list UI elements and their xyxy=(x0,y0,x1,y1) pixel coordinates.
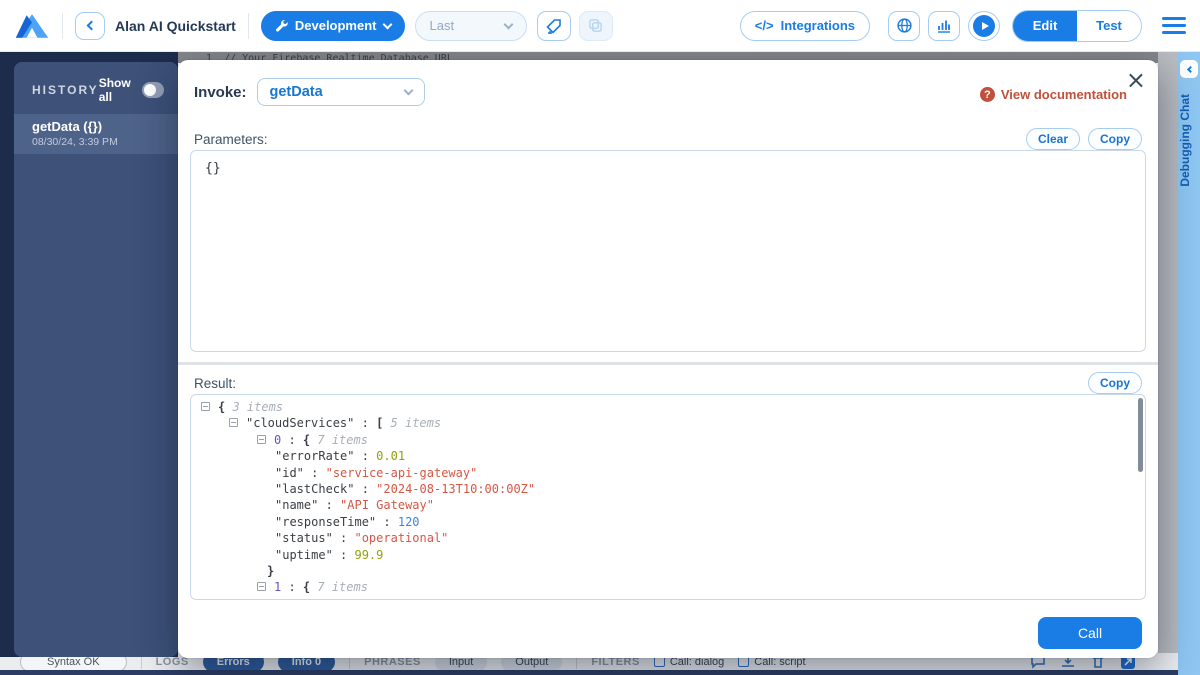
close-icon[interactable]: × xyxy=(1126,68,1146,92)
project-title: Alan AI Quickstart xyxy=(115,18,236,34)
invoke-row: Invoke: getData xyxy=(194,78,425,106)
scrollbar-thumb[interactable] xyxy=(1138,398,1143,472)
json-tree-line: { 3 items xyxy=(191,399,1145,415)
call-button[interactable]: Call xyxy=(1038,617,1142,649)
json-tree-line: "id" : "service-api-gateway" xyxy=(191,465,1145,481)
parameters-editor[interactable]: {} xyxy=(190,150,1146,352)
wrench-icon xyxy=(275,19,288,32)
code-icon: </> xyxy=(755,18,774,33)
mode-switch: Edit Test xyxy=(1012,10,1142,42)
json-tree-line: "errorRate" : 0.01 xyxy=(191,448,1145,464)
result-copy-button[interactable]: Copy xyxy=(1088,372,1142,394)
show-all-label: Show all xyxy=(99,76,134,104)
debugging-chat-strip: Debugging Chat xyxy=(1178,52,1200,675)
invoke-select[interactable]: getData xyxy=(257,78,425,106)
back-button[interactable] xyxy=(75,12,105,40)
locale-button[interactable] xyxy=(888,11,920,41)
copy-icon xyxy=(588,18,603,33)
json-tree-line: 0 : { 7 items xyxy=(191,432,1145,448)
history-list: getData ({}) 08/30/24, 3:39 PM xyxy=(14,114,178,154)
result-label: Result: xyxy=(194,376,1080,391)
divider xyxy=(248,13,249,39)
bar-chart-icon xyxy=(936,18,952,34)
tag-icon xyxy=(546,18,562,34)
history-panel: HISTORY Show all getData ({}) 08/30/24, 3… xyxy=(14,62,178,657)
section-divider xyxy=(178,362,1158,365)
chevron-down-icon xyxy=(403,86,413,96)
history-item[interactable]: getData ({}) 08/30/24, 3:39 PM xyxy=(14,114,178,154)
chevron-left-icon xyxy=(1186,65,1193,72)
menu-button[interactable] xyxy=(1162,17,1186,34)
divider xyxy=(62,13,63,39)
parameters-row: Parameters: Clear Copy xyxy=(194,128,1142,150)
play-icon xyxy=(973,15,995,37)
integrations-label: Integrations xyxy=(781,18,855,33)
top-bar: Alan AI Quickstart Development Last </> … xyxy=(0,0,1200,52)
environment-dropdown[interactable]: Development xyxy=(261,11,405,41)
toggle-knob xyxy=(144,84,156,96)
open-debug-chat-button[interactable] xyxy=(1180,60,1198,78)
history-item-timestamp: 08/30/24, 3:39 PM xyxy=(32,136,160,148)
collapse-icon[interactable] xyxy=(257,435,266,444)
invoke-label: Invoke: xyxy=(194,84,247,101)
collapse-icon[interactable] xyxy=(201,402,210,411)
analytics-button[interactable] xyxy=(928,11,960,41)
app-root: 1 // Your Firebase Realtime Database URL… xyxy=(0,0,1200,675)
json-tree-line: "uptime" : 99.9 xyxy=(191,547,1145,563)
chevron-left-icon xyxy=(86,21,96,31)
parameters-copy-button[interactable]: Copy xyxy=(1088,128,1142,150)
collapse-icon[interactable] xyxy=(229,418,238,427)
chevron-down-icon xyxy=(503,19,513,29)
alan-logo-icon[interactable] xyxy=(14,12,50,40)
tab-test[interactable]: Test xyxy=(1077,11,1141,41)
hamburger-icon xyxy=(1162,17,1186,20)
collapse-icon[interactable] xyxy=(257,582,266,591)
clear-button[interactable]: Clear xyxy=(1026,128,1080,150)
invoke-value: getData xyxy=(270,84,323,100)
json-tree-line: } xyxy=(191,563,1145,579)
json-tree-line: "status" : "operational" xyxy=(191,530,1145,546)
json-tree-line: "responseTime" : 120 xyxy=(191,514,1145,530)
result-viewer[interactable]: { 3 items"cloudServices" : [ 5 items0 : … xyxy=(190,394,1146,600)
json-tree-line: "cloudServices" : [ 5 items xyxy=(191,415,1145,431)
json-tree-line: 1 : { 7 items xyxy=(191,579,1145,595)
add-tag-button[interactable] xyxy=(537,11,571,41)
result-tree: { 3 items"cloudServices" : [ 5 items0 : … xyxy=(191,399,1145,600)
version-label: Last xyxy=(430,18,455,33)
help-icon: ? xyxy=(980,87,995,102)
duplicate-button[interactable] xyxy=(579,11,613,41)
json-tree-line: "name" : "API Gateway" xyxy=(191,497,1145,513)
bottom-dark-strip xyxy=(0,670,1178,675)
json-tree-line: "lastCheck" : "2024-08-13T10:00:00Z" xyxy=(191,481,1145,497)
globe-icon xyxy=(896,17,913,34)
history-title: HISTORY xyxy=(32,83,99,97)
version-dropdown[interactable]: Last xyxy=(415,11,527,41)
history-sidebar: HISTORY Show all getData ({}) 08/30/24, 3… xyxy=(0,52,178,657)
debugging-chat-label: Debugging Chat xyxy=(1178,94,1200,187)
view-documentation-link[interactable]: ? View documentation xyxy=(980,87,1127,102)
tab-edit[interactable]: Edit xyxy=(1013,11,1077,41)
dimmed-backdrop xyxy=(1158,52,1178,675)
invoke-modal: × Invoke: getData ? View documentation P… xyxy=(178,60,1158,658)
environment-label: Development xyxy=(295,18,377,33)
json-tree-line: "errorRate" : 0.02 xyxy=(191,596,1145,600)
integrations-button[interactable]: </> Integrations xyxy=(740,11,870,41)
result-row: Result: Copy xyxy=(194,372,1142,394)
history-item-label: getData ({}) xyxy=(32,119,160,134)
parameters-label: Parameters: xyxy=(194,132,1018,147)
history-header: HISTORY Show all xyxy=(14,62,178,114)
show-all-toggle[interactable] xyxy=(142,82,164,98)
run-button[interactable] xyxy=(968,11,1000,41)
view-documentation-label: View documentation xyxy=(1001,87,1127,102)
chevron-down-icon xyxy=(382,19,392,29)
